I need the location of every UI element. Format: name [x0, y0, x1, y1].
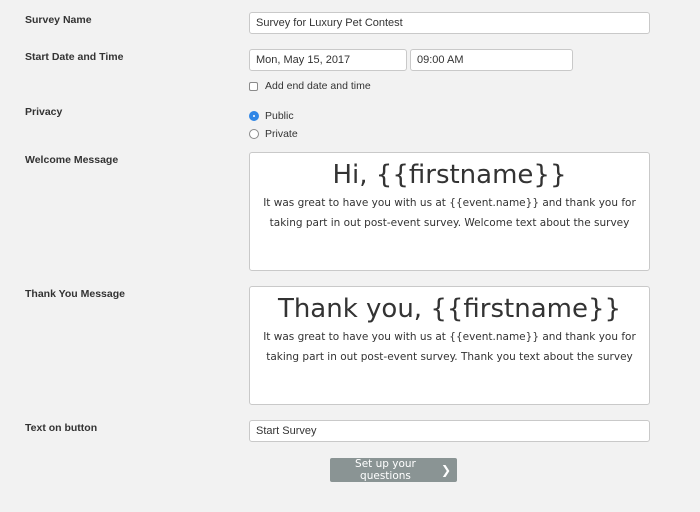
privacy-option-private[interactable]: Private — [249, 128, 298, 140]
welcome-message-label: Welcome Message — [25, 154, 119, 166]
thank-you-body: It was great to have you with us at {{ev… — [263, 331, 636, 363]
set-up-questions-label: Set up your questions — [355, 458, 416, 482]
public-radio-label: Public — [265, 110, 294, 122]
survey-settings-form: Survey Name Start Date and Time Add end … — [0, 0, 700, 512]
add-end-date-label: Add end date and time — [265, 80, 371, 92]
button-text-label: Text on button — [25, 422, 98, 434]
set-up-questions-button[interactable]: Set up your questions ❯ — [330, 458, 457, 482]
chevron-right-icon: ❯ — [440, 463, 451, 477]
private-radio-label: Private — [265, 128, 298, 140]
start-time-input[interactable] — [410, 49, 573, 71]
welcome-body: It was great to have you with us at {{ev… — [263, 197, 636, 229]
add-end-date-checkbox[interactable] — [249, 81, 258, 91]
privacy-option-public[interactable]: Public — [249, 110, 294, 122]
thank-you-message-label: Thank You Message — [25, 288, 125, 300]
button-text-input[interactable] — [249, 420, 650, 442]
thank-you-message-editor[interactable]: Thank you, {{firstname}} It was great to… — [249, 286, 650, 405]
welcome-heading: Hi, {{firstname}} — [332, 160, 567, 190]
thank-you-heading: Thank you, {{firstname}} — [277, 294, 622, 324]
add-end-date-row[interactable]: Add end date and time — [249, 80, 371, 92]
privacy-label: Privacy — [25, 106, 63, 118]
private-radio[interactable] — [249, 129, 259, 139]
welcome-message-editor[interactable]: Hi, {{firstname}} It was great to have y… — [249, 152, 650, 271]
survey-name-label: Survey Name — [25, 14, 92, 26]
survey-name-input[interactable] — [249, 12, 650, 34]
public-radio[interactable] — [249, 111, 259, 121]
start-date-input[interactable] — [249, 49, 407, 71]
start-date-time-label: Start Date and Time — [25, 51, 124, 63]
